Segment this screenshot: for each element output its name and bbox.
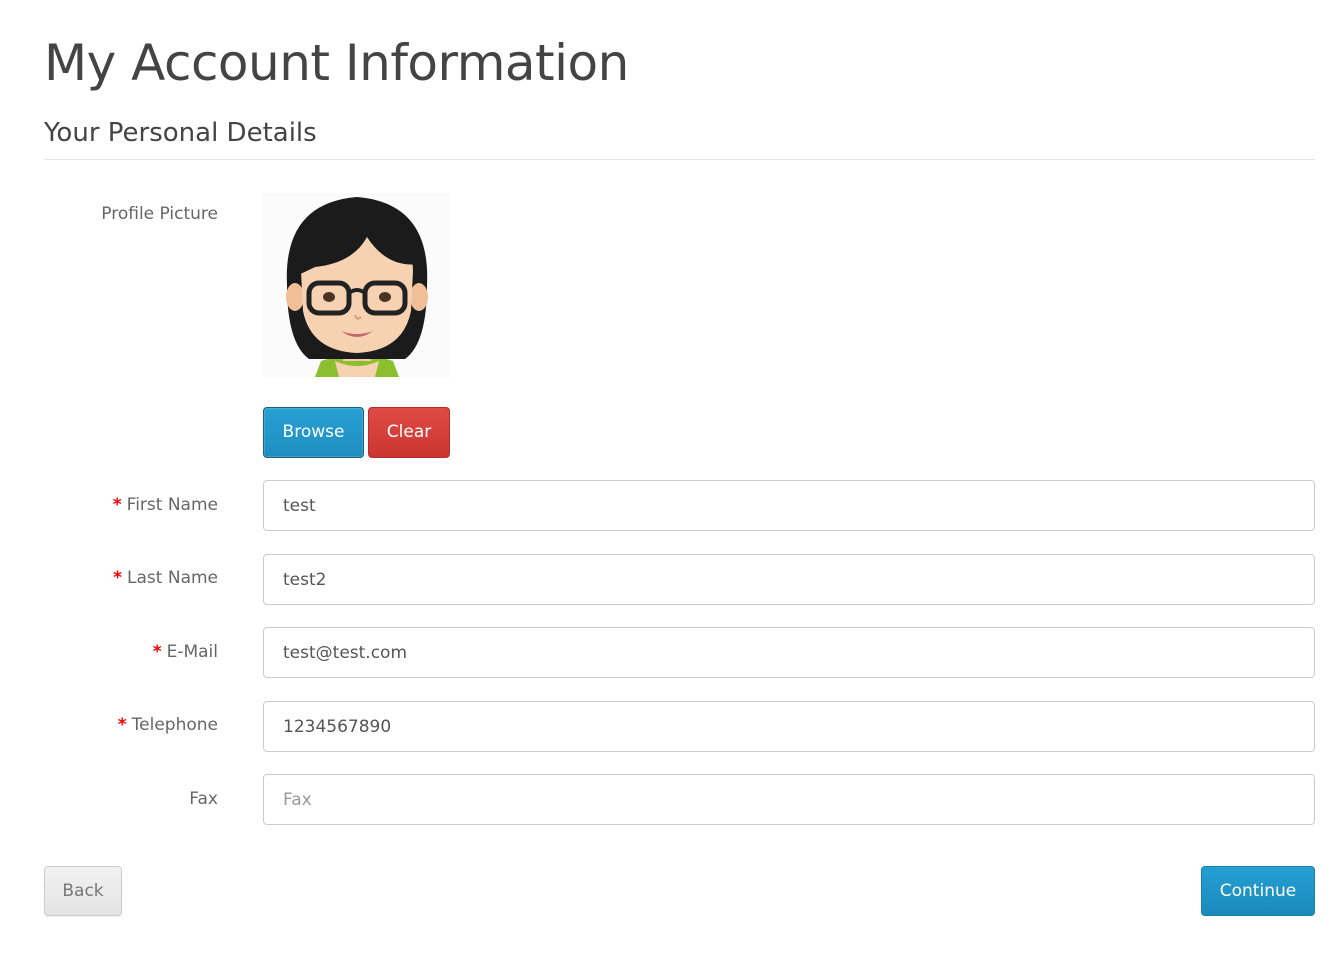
fax-label: Fax	[189, 789, 218, 809]
required-marker: *	[113, 568, 123, 588]
email-label: * E-Mail	[153, 642, 218, 662]
profile-picture-avatar	[263, 193, 451, 377]
page-title: My Account Information	[44, 34, 629, 92]
account-page: My Account Information Your Personal Det…	[0, 0, 1339, 957]
continue-button[interactable]: Continue	[1201, 866, 1315, 916]
telephone-field[interactable]	[263, 701, 1315, 752]
email-label-text: E-Mail	[166, 642, 218, 662]
section-title: Your Personal Details	[44, 118, 317, 148]
required-marker: *	[117, 715, 127, 735]
avatar-image	[286, 197, 428, 377]
first-name-field[interactable]	[263, 480, 1315, 531]
section-divider	[44, 159, 1315, 160]
fax-field[interactable]	[263, 774, 1315, 825]
last-name-field[interactable]	[263, 554, 1315, 605]
first-name-label: * First Name	[113, 495, 218, 515]
email-field[interactable]	[263, 627, 1315, 678]
telephone-label-text: Telephone	[131, 715, 218, 735]
last-name-label-text: Last Name	[127, 568, 218, 588]
profile-picture-label: Profile Picture	[101, 204, 218, 224]
required-marker: *	[112, 495, 122, 515]
last-name-label: * Last Name	[113, 568, 218, 588]
first-name-label-text: First Name	[126, 495, 218, 515]
browse-button[interactable]: Browse	[263, 407, 364, 458]
telephone-label: * Telephone	[118, 715, 218, 735]
back-button[interactable]: Back	[44, 866, 122, 916]
required-marker: *	[152, 642, 162, 662]
clear-button[interactable]: Clear	[368, 407, 450, 458]
